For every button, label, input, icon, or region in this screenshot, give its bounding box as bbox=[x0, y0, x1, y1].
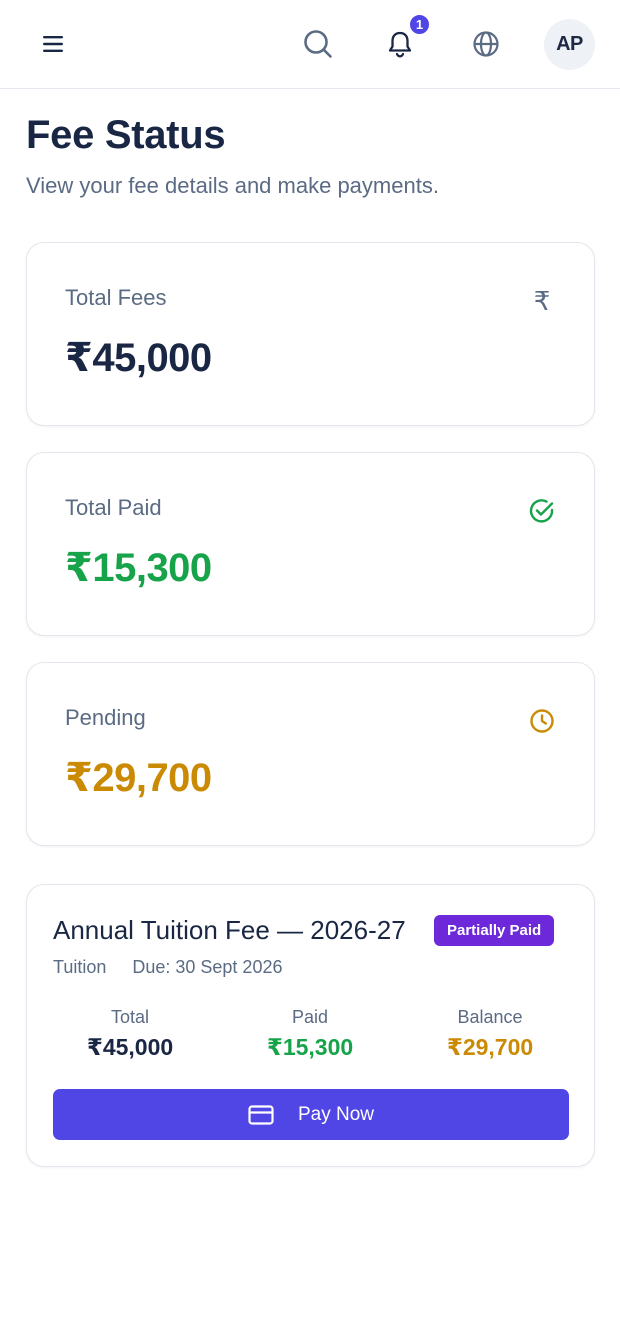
page-subtitle: View your fee details and make payments. bbox=[26, 173, 439, 198]
check-circle-icon bbox=[528, 497, 556, 525]
rupee-icon: ₹ bbox=[533, 285, 551, 316]
globe-icon bbox=[473, 31, 499, 57]
fee-balance-column: Balance ₹29,700 bbox=[400, 1007, 580, 1061]
total-fees-label: Total Fees bbox=[65, 285, 167, 310]
fee-category: Tuition bbox=[53, 957, 107, 977]
fee-item-card: Annual Tuition Fee — 2026-27 Partially P… bbox=[26, 884, 595, 1167]
fee-total-column: Total ₹45,000 bbox=[40, 1007, 220, 1061]
fee-total-value: ₹45,000 bbox=[86, 1034, 174, 1060]
top-bar: 1 AP bbox=[0, 0, 620, 89]
status-badge: Partially Paid bbox=[434, 915, 555, 946]
total-paid-label: Total Paid bbox=[65, 495, 162, 520]
fee-item-meta: Tuition Due: 30 Sept 2026 bbox=[53, 957, 282, 978]
fee-total-label: Total bbox=[110, 1007, 150, 1027]
fee-item-title: Annual Tuition Fee — 2026-27 bbox=[53, 915, 406, 945]
fee-balance-value: ₹29,700 bbox=[446, 1034, 534, 1060]
language-button[interactable] bbox=[466, 24, 506, 64]
total-fees-value: ₹45,000 bbox=[65, 336, 212, 380]
fee-paid-label: Paid bbox=[291, 1007, 329, 1027]
bell-icon bbox=[388, 31, 412, 58]
fee-due-date: Due: 30 Sept 2026 bbox=[132, 957, 283, 977]
credit-card-icon bbox=[248, 1104, 274, 1125]
menu-button[interactable] bbox=[34, 24, 74, 64]
search-button[interactable] bbox=[296, 22, 340, 66]
search-icon bbox=[304, 30, 332, 58]
pay-now-label: Pay Now bbox=[297, 1103, 375, 1125]
pending-label: Pending bbox=[65, 705, 146, 730]
pay-now-button[interactable]: Pay Now bbox=[53, 1089, 569, 1140]
total-fees-card: Total Fees ₹45,000 ₹ bbox=[26, 242, 595, 426]
fee-paid-value: ₹15,300 bbox=[266, 1034, 354, 1060]
notification-count-badge: 1 bbox=[408, 13, 431, 36]
total-paid-card: Total Paid ₹15,300 bbox=[26, 452, 595, 636]
page-title: Fee Status bbox=[26, 113, 226, 157]
hamburger-menu-icon bbox=[43, 36, 63, 52]
clock-icon bbox=[528, 707, 556, 735]
pending-card: Pending ₹29,700 bbox=[26, 662, 595, 846]
user-avatar[interactable]: AP bbox=[544, 19, 595, 70]
fee-paid-column: Paid ₹15,300 bbox=[220, 1007, 400, 1061]
fee-balance-label: Balance bbox=[457, 1007, 523, 1027]
pending-value: ₹29,700 bbox=[65, 756, 212, 800]
total-paid-value: ₹15,300 bbox=[65, 546, 212, 590]
